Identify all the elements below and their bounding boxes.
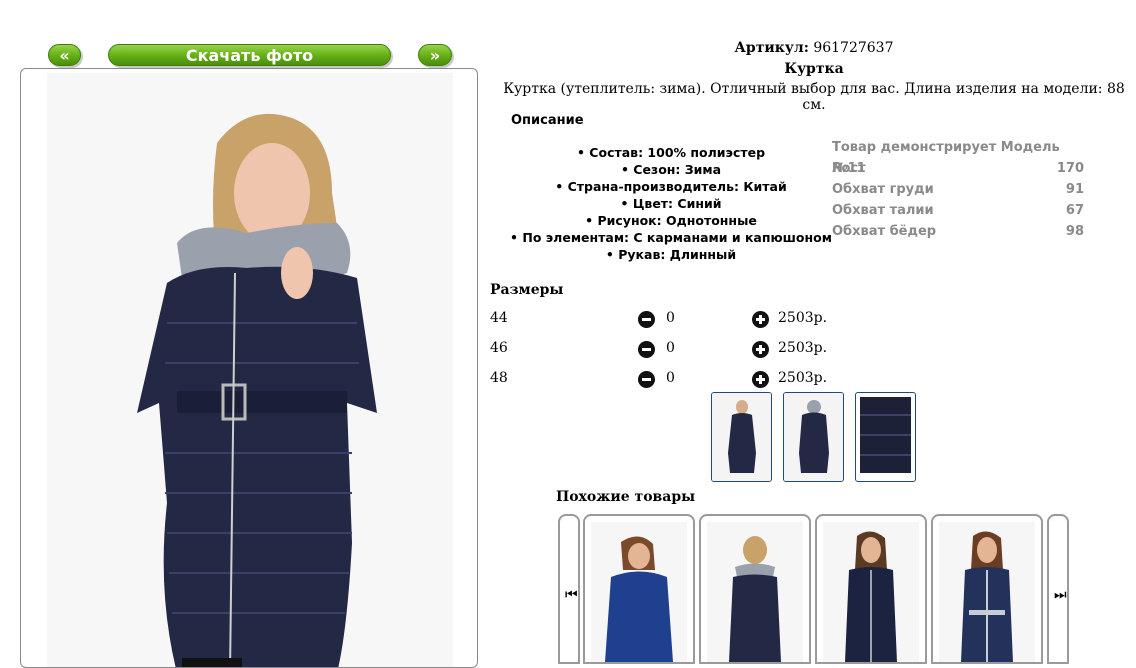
download-photo-button[interactable]: Скачать фото [108,44,391,66]
model-title: Товар демонстрирует Модель №11 [832,137,1084,176]
carousel-prev-button[interactable]: ⏮ [558,514,580,664]
similar-product-image [823,522,919,662]
thumbnail-image [712,393,771,481]
property-item: • Рукав: Длинный [605,247,737,262]
measure-row-hips: Обхват бёдер 98 [832,221,1084,242]
size-row: 48 0 2503р. [490,366,850,390]
measure-label: Обхват бёдер [832,224,937,239]
measure-value: 67 [1065,203,1084,218]
model-title-text: Товар демонстрирует Модель №11 [832,140,1060,176]
prev-photo-button[interactable]: « [48,44,81,66]
measure-label: Рост [832,161,866,176]
model-measurements: Товар демонстрирует Модель №11 Рост 170 О… [832,137,1084,242]
property-item: • Цвет: Синий [620,196,722,211]
sku-value: 961727637 [813,40,894,56]
description-title: Описание [511,113,584,128]
main-photo-frame [20,68,478,668]
size-value: 46 [490,340,508,356]
plus-circle-icon[interactable] [752,341,769,358]
similar-product-card[interactable] [815,514,927,664]
quantity-value: 0 [666,340,675,356]
carousel-next-button[interactable]: ⏭ [1047,514,1069,664]
photo-thumbnail-detail[interactable] [855,392,916,482]
product-description: Куртка (утеплитель: зима). Отличный выбо… [503,81,1125,113]
similar-product-image [707,522,803,662]
size-value: 48 [490,370,508,386]
similar-products-title: Похожие товары [556,489,696,505]
model-in-jacket-image [47,73,453,667]
skip-back-icon: ⏮ [565,587,578,603]
photo-thumbnail-front[interactable] [711,392,772,482]
measure-value: 91 [1065,182,1084,197]
measure-row-waist: Обхват талии 67 [832,200,1084,221]
property-item: • Рисунок: Однотонные [585,213,757,228]
measure-row-height: Рост 170 [832,158,1084,179]
size-price: 2503р. [778,310,828,326]
size-price: 2503р. [778,340,828,356]
measure-value: 170 [1056,161,1084,176]
similar-product-card[interactable] [931,514,1043,664]
similar-product-card[interactable] [699,514,811,664]
photo-thumbnail-back[interactable] [783,392,844,482]
quantity-value: 0 [666,370,675,386]
property-item: • Страна-производитель: Китай [555,179,787,194]
thumbnail-image [860,397,911,473]
property-list: • Состав: 100% полиэстер • Сезон: Зима •… [503,144,839,263]
similar-product-card[interactable] [583,514,695,664]
skip-forward-icon: ⏭ [1054,587,1067,603]
size-row: 44 0 2503р. [490,306,850,330]
measure-row-chest: Обхват груди 91 [832,179,1084,200]
next-photo-button[interactable]: » [418,44,452,66]
quantity-value: 0 [666,310,675,326]
plus-circle-icon[interactable] [752,371,769,388]
minus-circle-icon[interactable] [638,341,655,358]
plus-circle-icon[interactable] [752,311,769,328]
sizes-title: Размеры [490,282,564,298]
property-item: • По элементам: С карманами и капюшоном [510,230,832,245]
measure-label: Обхват талии [832,203,934,218]
measure-value: 98 [1065,224,1084,239]
size-value: 44 [490,310,508,326]
size-row: 46 0 2503р. [490,336,850,360]
measure-label: Обхват груди [832,182,934,197]
minus-circle-icon[interactable] [638,311,655,328]
product-name: Куртка [784,61,844,77]
product-sku: Артикул: 961727637 [496,40,1132,56]
property-item: • Состав: 100% полиэстер [576,145,766,160]
minus-circle-icon[interactable] [638,371,655,388]
similar-product-image [591,522,687,662]
similar-product-image [939,522,1035,662]
sku-label: Артикул: [734,40,809,56]
thumbnail-image [784,393,843,481]
product-main-photo[interactable] [47,73,453,667]
property-item: • Сезон: Зима [620,162,722,177]
size-price: 2503р. [778,370,828,386]
